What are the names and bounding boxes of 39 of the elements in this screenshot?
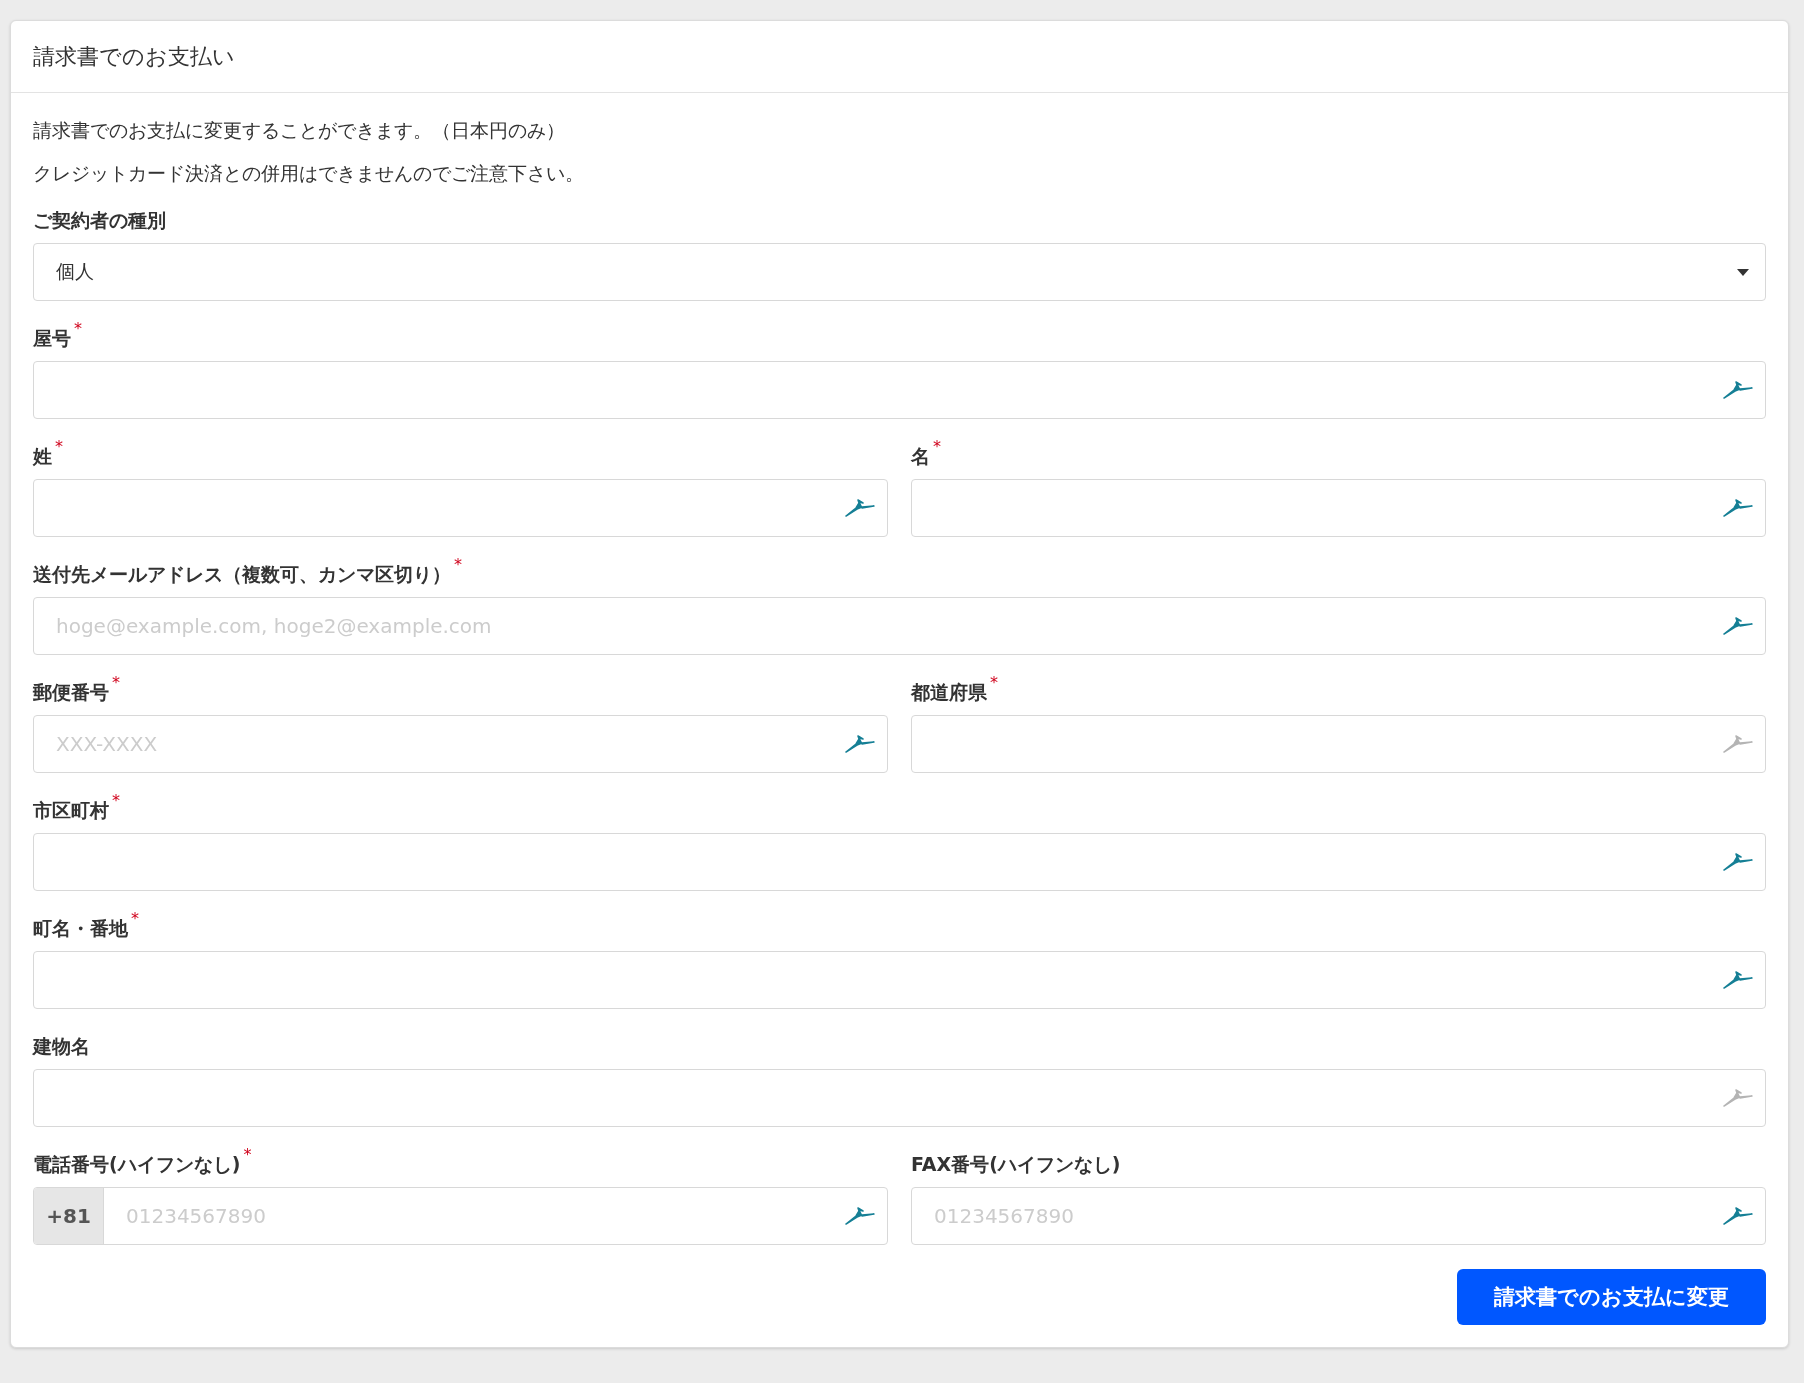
autofill-icon[interactable]: [845, 498, 875, 518]
required-mark: *: [112, 791, 120, 810]
required-mark: *: [112, 673, 120, 692]
autofill-icon[interactable]: [1723, 616, 1753, 636]
required-mark: *: [55, 437, 63, 456]
caret-down-icon: [1737, 268, 1749, 276]
field-label: 市区町村: [33, 798, 109, 823]
field-label: ご契約者の種別: [33, 208, 166, 233]
required-mark: *: [454, 555, 462, 574]
autofill-icon[interactable]: [845, 734, 875, 754]
required-mark: *: [933, 437, 941, 456]
field-label: 姓: [33, 444, 52, 469]
autofill-icon[interactable]: [1723, 1088, 1753, 1108]
submit-button[interactable]: 請求書でのお支払に変更: [1457, 1269, 1766, 1325]
info-text: 請求書でのお支払に変更することができます。（日本円のみ）: [33, 118, 566, 143]
country-code: +81: [34, 1188, 104, 1244]
field-label: FAX番号(ハイフンなし): [911, 1152, 1121, 1177]
field-label: 送付先メールアドレス（複数可、カンマ区切り）: [33, 562, 451, 587]
field-label: 電話番号(ハイフンなし): [33, 1152, 241, 1177]
info-text: クレジットカード決済との併用はできませんのでご注意下さい。: [33, 161, 585, 186]
field-label: 建物名: [33, 1034, 90, 1059]
field-label: 名: [911, 444, 930, 469]
autofill-icon[interactable]: [845, 1206, 875, 1226]
autofill-icon[interactable]: [1723, 498, 1753, 518]
field-label: 郵便番号: [33, 680, 109, 705]
autofill-icon[interactable]: [1723, 852, 1753, 872]
required-mark: *: [243, 1145, 252, 1164]
autofill-icon[interactable]: [1723, 970, 1753, 990]
autofill-icon[interactable]: [1723, 1206, 1753, 1226]
field-label: 屋号: [33, 326, 71, 351]
field-label: 町名・番地: [33, 916, 128, 941]
field-label: 都道府県: [911, 680, 987, 705]
required-mark: *: [74, 319, 82, 338]
required-mark: *: [131, 909, 139, 928]
autofill-icon[interactable]: [1723, 380, 1753, 400]
autofill-icon[interactable]: [1723, 734, 1753, 754]
select-field[interactable]: 個人: [33, 243, 1766, 301]
required-mark: *: [990, 673, 998, 692]
card-title: 請求書でのお支払い: [33, 42, 235, 71]
